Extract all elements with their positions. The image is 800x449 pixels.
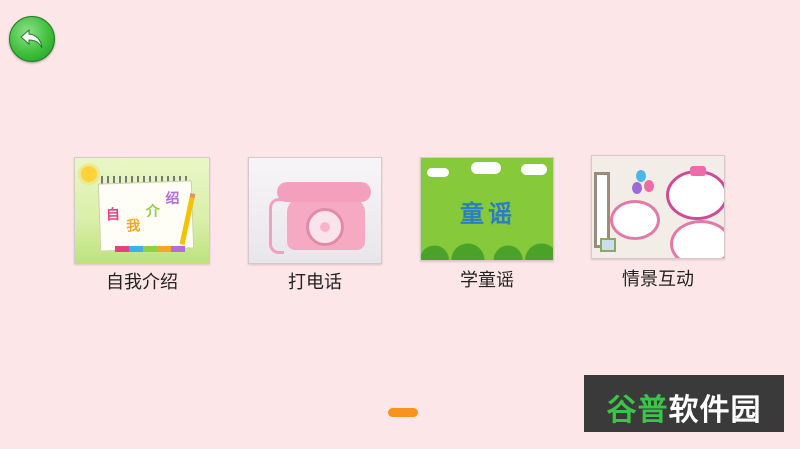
page-indicator	[388, 408, 418, 417]
cloud-icon	[471, 162, 501, 174]
picture-frame-icon	[600, 238, 616, 252]
card-label: 自我介绍	[106, 272, 178, 293]
thumb-char: 介	[145, 203, 161, 220]
back-arrow-icon	[20, 28, 43, 49]
phone-thumbnail	[248, 157, 382, 264]
scene-thumbnail	[591, 155, 725, 259]
thumb-char: 绍	[165, 190, 180, 208]
balloon-icon	[632, 182, 642, 194]
back-button[interactable]	[9, 16, 55, 62]
balloon-icon	[636, 170, 646, 182]
speech-bubble-icon	[610, 200, 660, 240]
thumb-char: 自	[105, 206, 121, 224]
window-frame	[594, 172, 610, 248]
bow-icon	[690, 166, 706, 176]
card-label: 情景互动	[622, 269, 694, 290]
watermark-text: 谷普软件园	[606, 393, 762, 428]
phone-handset	[277, 182, 371, 202]
thumb-title: 童谣	[460, 200, 516, 228]
bushes	[421, 240, 553, 260]
cloud-icon	[427, 168, 449, 177]
rotary-dial-icon	[306, 208, 344, 246]
notebook-tabs	[115, 246, 185, 252]
self-intro-thumbnail: 自 我 介 绍	[74, 157, 210, 264]
phone-cord	[269, 198, 284, 254]
cloud-icon	[521, 164, 547, 175]
balloon-icon	[644, 180, 654, 192]
watermark: 谷普软件园	[584, 375, 784, 432]
speech-bubble-icon	[666, 170, 724, 220]
card-label: 学童谣	[460, 270, 514, 291]
rhymes-thumbnail: 童谣	[420, 157, 554, 261]
sun-icon	[81, 166, 97, 182]
speech-bubble-icon	[670, 220, 724, 258]
card-label: 打电话	[288, 272, 342, 293]
thumb-char: 我	[126, 218, 141, 235]
